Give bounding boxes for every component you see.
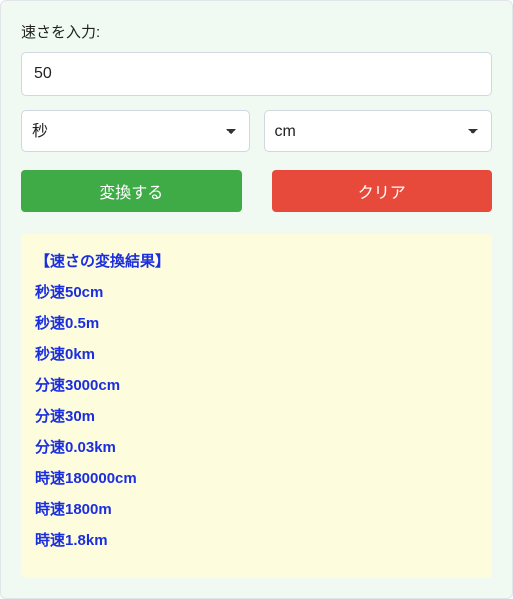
result-title: 【速さの変換結果】: [35, 250, 478, 271]
input-label: 速さを入力:: [21, 21, 492, 42]
result-line: 秒速0km: [35, 343, 478, 364]
result-line: 分速0.03km: [35, 436, 478, 457]
convert-button[interactable]: 変換する: [21, 170, 242, 212]
result-box: 【速さの変換結果】 秒速50cm 秒速0.5m 秒速0km 分速3000cm 分…: [21, 234, 492, 578]
distance-unit-select[interactable]: cm: [264, 110, 493, 152]
result-line: 秒速0.5m: [35, 312, 478, 333]
result-line: 分速3000cm: [35, 374, 478, 395]
result-line: 秒速50cm: [35, 281, 478, 302]
result-line: 分速30m: [35, 405, 478, 426]
time-unit-select[interactable]: 秒: [21, 110, 250, 152]
result-line: 時速180000cm: [35, 467, 478, 488]
speed-value-input[interactable]: [21, 52, 492, 96]
button-row: 変換する クリア: [21, 170, 492, 212]
unit-select-row: 秒 cm: [21, 110, 492, 152]
clear-button[interactable]: クリア: [272, 170, 493, 212]
value-input-row: [21, 52, 492, 96]
result-line: 時速1800m: [35, 498, 478, 519]
result-line: 時速1.8km: [35, 529, 478, 550]
speed-converter-card: 速さを入力: 秒 cm 変換する クリア 【速さの変換結果】 秒速50cm 秒速…: [0, 0, 513, 599]
